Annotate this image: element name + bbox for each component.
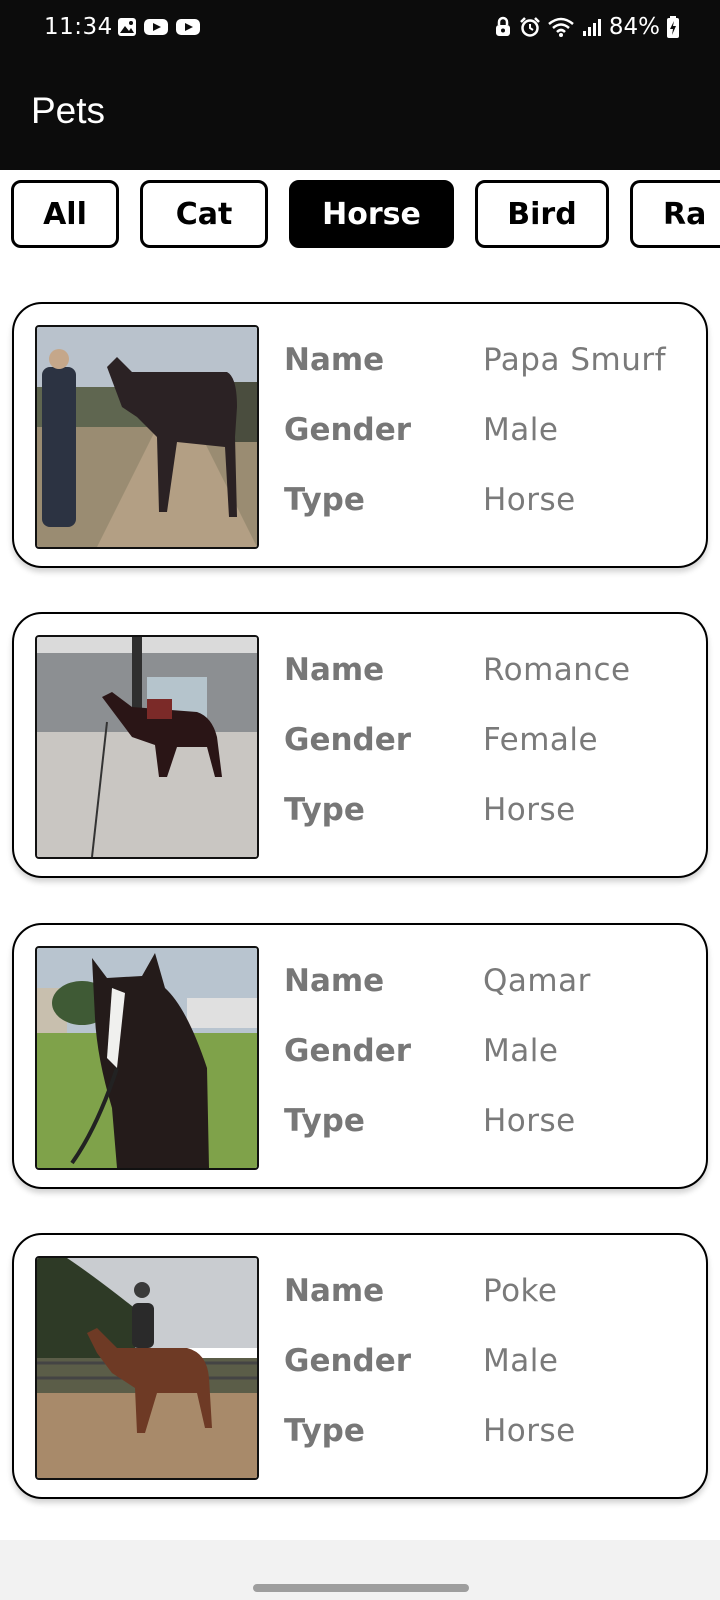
pet-gender: Male	[483, 1033, 559, 1069]
pet-card[interactable]: Name Romance Gender Female Type Horse	[12, 612, 708, 878]
type-label: Type	[284, 1413, 365, 1449]
name-label: Name	[284, 1273, 385, 1309]
status-time: 11:34	[44, 14, 113, 40]
filter-chip-bird[interactable]: Bird	[475, 180, 609, 248]
pet-card[interactable]: Name Poke Gender Male Type Horse	[12, 1233, 708, 1499]
name-label: Name	[284, 652, 385, 688]
filter-chip-row[interactable]: All Cat Horse Bird Ra	[0, 170, 720, 260]
type-label: Type	[284, 1103, 365, 1139]
page-title: Pets	[31, 90, 106, 131]
battery-percentage: 84%	[608, 14, 660, 40]
type-label: Type	[284, 482, 365, 518]
status-notification-icons	[117, 17, 201, 37]
pet-name: Romance	[483, 652, 631, 688]
youtube-icon	[176, 19, 200, 35]
name-label: Name	[284, 342, 385, 378]
app-bar: Pets	[0, 60, 720, 170]
pet-name: Qamar	[483, 963, 591, 999]
pet-card[interactable]: Name Papa Smurf Gender Male Type Horse	[12, 302, 708, 568]
pet-gender: Male	[483, 412, 559, 448]
signal-icon	[582, 19, 601, 36]
gender-label: Gender	[284, 412, 412, 448]
name-label: Name	[284, 963, 385, 999]
pet-type: Horse	[483, 482, 576, 518]
filter-chip-cat[interactable]: Cat	[140, 180, 268, 248]
filter-chip-all[interactable]: All	[11, 180, 119, 248]
wifi-icon	[548, 17, 574, 37]
lock-icon	[495, 16, 510, 36]
pet-gender: Female	[483, 722, 599, 758]
gender-label: Gender	[284, 1343, 412, 1379]
pet-name: Papa Smurf	[483, 342, 667, 378]
pet-card[interactable]: Name Qamar Gender Male Type Horse	[12, 923, 708, 1189]
status-system-icons: 84%	[493, 14, 680, 40]
gender-label: Gender	[284, 722, 412, 758]
pet-type: Horse	[483, 1103, 576, 1139]
alarm-icon	[519, 17, 540, 37]
battery-icon	[667, 16, 679, 38]
status-bar: 11:34 84%	[0, 0, 720, 60]
pet-type: Horse	[483, 1413, 576, 1449]
pet-name: Poke	[483, 1273, 558, 1309]
home-gesture-handle[interactable]	[253, 1584, 469, 1592]
gender-label: Gender	[284, 1033, 412, 1069]
pet-gender: Male	[483, 1343, 559, 1379]
type-label: Type	[284, 792, 365, 828]
filter-chip-rabbit[interactable]: Ra	[630, 180, 720, 248]
gallery-icon	[118, 18, 136, 36]
pet-type: Horse	[483, 792, 576, 828]
system-navigation-bar	[0, 1540, 720, 1600]
filter-chip-horse[interactable]: Horse	[289, 180, 454, 248]
youtube-icon	[144, 19, 168, 35]
